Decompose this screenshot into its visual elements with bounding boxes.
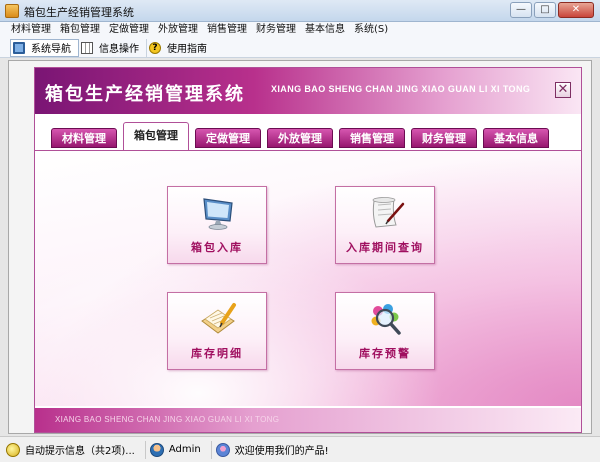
tile-stock-in-period-query-label: 入库期间查询 (346, 241, 424, 254)
notebook-pencil-icon (201, 303, 236, 334)
window-title: 箱包生产经销管理系统 (24, 6, 134, 19)
panel-title: 箱包生产经销管理系统 (45, 84, 245, 105)
user-icon (149, 442, 164, 457)
magnifier-icon (371, 304, 401, 335)
user-guide-button[interactable]: ? 使用指南 (147, 39, 214, 57)
menu-finance[interactable]: 财务管理 (253, 22, 302, 38)
tile-bag-stock-in[interactable]: 箱包入库 (167, 186, 267, 264)
status-user-text: Admin (168, 444, 201, 455)
people-icon (215, 442, 230, 457)
scroll-pen-icon (372, 197, 405, 228)
menu-basic-info[interactable]: 基本信息 (302, 22, 351, 38)
tab-sales[interactable]: 销售管理 (339, 128, 405, 148)
title-bar: 箱包生产经销管理系统 — □ ✕ (0, 0, 600, 22)
tab-custom-orders[interactable]: 定做管理 (195, 128, 261, 148)
tab-finance[interactable]: 财务管理 (411, 128, 477, 148)
toolbar: 系统导航 信息操作 ? 使用指南 (0, 38, 600, 58)
status-hint[interactable]: 自动提示信息（共2项)... (6, 440, 146, 459)
status-bar: 自动提示信息（共2项)... Admin 欢迎使用我们的产品! (0, 436, 600, 462)
tile-inventory-detail-label: 库存明细 (191, 347, 243, 360)
menu-outsourcing[interactable]: 外放管理 (155, 22, 204, 38)
tile-inventory-warning[interactable]: 库存预警 (335, 292, 435, 370)
user-guide-label: 使用指南 (167, 44, 207, 55)
nav-panel: 箱包生产经销管理系统 XIANG BAO SHENG CHAN JING XIA… (34, 67, 582, 433)
menu-bags[interactable]: 箱包管理 (57, 22, 106, 38)
workspace: 箱包生产经销管理系统 XIANG BAO SHENG CHAN JING XIA… (0, 58, 600, 436)
system-nav-label: 系统导航 (31, 44, 71, 55)
panel-close-button[interactable]: ✕ (555, 82, 571, 98)
status-welcome-text: 欢迎使用我们的产品! (234, 446, 329, 457)
tab-bags[interactable]: 箱包管理 (123, 122, 189, 150)
minimize-button[interactable]: — (510, 2, 532, 18)
menu-custom-orders[interactable]: 定做管理 (106, 22, 155, 38)
tile-bag-stock-in-label: 箱包入库 (191, 241, 243, 254)
tile-stock-in-period-query[interactable]: 入库期间查询 (335, 186, 435, 264)
help-icon: ? (149, 41, 161, 54)
menu-bar: 材料管理 箱包管理 定做管理 外放管理 销售管理 财务管理 基本信息 系统(S) (0, 22, 600, 38)
info-ops-label: 信息操作 (99, 44, 139, 55)
window-controls: — □ ✕ (510, 2, 594, 18)
app-icon (5, 4, 19, 18)
tile-inventory-warning-label: 库存预警 (359, 347, 411, 360)
restore-button[interactable]: □ (534, 2, 556, 18)
tab-basic-info[interactable]: 基本信息 (483, 128, 549, 148)
lightbulb-icon (6, 442, 20, 457)
status-hint-text: 自动提示信息（共2项)... (25, 446, 135, 457)
tab-materials[interactable]: 材料管理 (51, 128, 117, 148)
grid-icon (81, 41, 93, 54)
panel-footer-text: XIANG BAO SHENG CHAN JING XIAO GUAN LI X… (55, 415, 280, 424)
tab-strip: 材料管理 箱包管理 定做管理 外放管理 销售管理 财务管理 基本信息 (35, 122, 581, 150)
tab-outsourcing[interactable]: 外放管理 (267, 128, 333, 148)
monitor-icon (203, 198, 233, 230)
status-user: Admin (149, 440, 212, 459)
panel-footer: XIANG BAO SHENG CHAN JING XIAO GUAN LI X… (35, 406, 581, 432)
monitor-icon (13, 41, 25, 54)
tile-inventory-detail[interactable]: 库存明细 (167, 292, 267, 370)
menu-system[interactable]: 系统(S) (351, 22, 394, 38)
menu-sales[interactable]: 销售管理 (204, 22, 253, 38)
panel-subtitle: XIANG BAO SHENG CHAN JING XIAO GUAN LI X… (271, 84, 531, 94)
tab-content: 箱包入库 入库期间查询 库存明细 库存预警 (35, 151, 581, 406)
inner-frame: 箱包生产经销管理系统 XIANG BAO SHENG CHAN JING XIA… (8, 60, 592, 434)
panel-header: 箱包生产经销管理系统 XIANG BAO SHENG CHAN JING XIA… (35, 68, 581, 114)
status-welcome: 欢迎使用我们的产品! (215, 441, 339, 459)
menu-materials[interactable]: 材料管理 (8, 22, 57, 38)
system-nav-button[interactable]: 系统导航 (10, 38, 79, 57)
info-ops-button[interactable]: 信息操作 (79, 38, 147, 57)
close-button[interactable]: ✕ (558, 2, 594, 18)
